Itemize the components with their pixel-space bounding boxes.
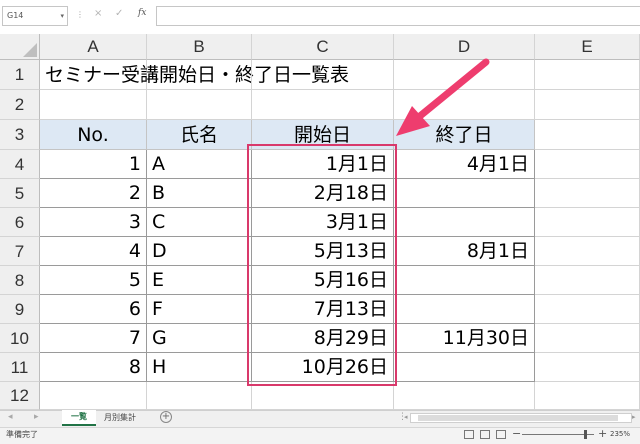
cell-name[interactable]: B [147,179,252,208]
cell[interactable] [535,295,640,324]
page-layout-icon[interactable] [480,430,490,439]
cell-name[interactable]: C [147,208,252,237]
chevron-left-icon[interactable]: ◂ [8,412,13,422]
cell[interactable] [535,208,640,237]
cell-no[interactable]: 6 [40,295,147,324]
row-header-12[interactable]: 12 [0,382,40,410]
cell[interactable] [535,237,640,266]
column-header-a[interactable]: A [40,34,147,60]
arrow-shaft [416,58,490,120]
cell-no[interactable]: 7 [40,324,147,353]
formula-input[interactable] [156,6,640,26]
cell[interactable] [147,60,252,90]
cell[interactable] [535,120,640,150]
cell-end-date[interactable] [394,353,535,382]
tab-monthly-summary[interactable]: 月別集計 [100,411,140,427]
select-all-button[interactable] [0,34,40,60]
cell-end-date[interactable] [394,208,535,237]
status-bar [0,427,640,444]
cell[interactable] [147,90,252,120]
cell[interactable] [40,382,147,410]
row-header-11[interactable]: 11 [0,353,40,382]
cell-no[interactable]: 3 [40,208,147,237]
cell[interactable] [252,90,394,120]
name-box-value: G14 [7,11,24,20]
row-header-7[interactable]: 7 [0,237,40,266]
cell-no[interactable]: 8 [40,353,147,382]
cell[interactable] [535,150,640,179]
scroll-left-icon[interactable]: ◂ [404,413,408,421]
row-header-10[interactable]: 10 [0,324,40,353]
cell[interactable] [147,382,252,410]
cell-end-date[interactable] [394,179,535,208]
cell-end-date[interactable]: 8月1日 [394,237,535,266]
row-header-3[interactable]: 3 [0,120,40,150]
cell-no[interactable]: 2 [40,179,147,208]
header-name[interactable]: 氏名 [147,120,252,150]
insert-function-icon[interactable]: fx [138,8,146,18]
row-header-2[interactable]: 2 [0,90,40,120]
row-header-6[interactable]: 6 [0,208,40,237]
cancel-icon[interactable]: × [94,8,102,19]
cell[interactable] [535,382,640,410]
spreadsheet-grid: A B C D E 1 2 3 4 5 6 7 8 9 10 11 12 セミナ… [0,34,640,410]
cell-title[interactable]: セミナー受講開始日・終了日一覧表 [40,60,349,90]
header-no[interactable]: No. [40,120,147,150]
zoom-in-icon[interactable]: + [598,427,607,440]
cell[interactable] [535,324,640,353]
row-header-4[interactable]: 4 [0,150,40,179]
annotation-arrow-icon [396,58,490,136]
cell-name[interactable]: H [147,353,252,382]
add-sheet-icon[interactable]: + [160,411,172,423]
cell[interactable] [40,90,147,120]
cell-name[interactable]: G [147,324,252,353]
row-header-5[interactable]: 5 [0,179,40,208]
cell-name[interactable]: A [147,150,252,179]
highlight-box [247,144,397,386]
status-text: 準備完了 [6,430,38,439]
tab-ichiran[interactable]: 一覧 [62,410,96,426]
zoom-out-icon[interactable]: − [512,427,521,440]
cell[interactable] [535,90,640,120]
cell[interactable] [535,60,640,90]
cell-end-date[interactable] [394,266,535,295]
cell[interactable] [535,266,640,295]
row-header-9[interactable]: 9 [0,295,40,324]
cell-no[interactable]: 1 [40,150,147,179]
chevron-right-icon[interactable]: ▸ [34,412,39,422]
cell-no[interactable]: 4 [40,237,147,266]
cell-no[interactable]: 5 [40,266,147,295]
cell[interactable] [252,60,394,90]
page-break-preview-icon[interactable] [496,430,506,439]
column-header-b[interactable]: B [147,34,252,60]
scroll-right-icon[interactable]: ▸ [632,413,636,421]
cell[interactable] [252,382,394,410]
normal-view-icon[interactable] [464,430,474,439]
cell-end-date[interactable]: 11月30日 [394,324,535,353]
cell[interactable] [535,353,640,382]
cell[interactable] [535,179,640,208]
cell[interactable] [394,382,535,410]
column-header-e[interactable]: E [535,34,640,60]
drag-handle-icon[interactable]: ⋮ [76,10,84,19]
row-header-8[interactable]: 8 [0,266,40,295]
chevron-down-icon[interactable]: ▾ [60,7,64,25]
row-header-1[interactable]: 1 [0,60,40,90]
enter-icon[interactable]: ✓ [115,8,123,19]
zoom-level[interactable]: 235% [610,430,630,438]
cell-end-date[interactable]: 4月1日 [394,150,535,179]
cell-end-date[interactable] [394,295,535,324]
scrollbar-thumb[interactable] [418,415,618,421]
cell-name[interactable]: D [147,237,252,266]
zoom-slider-thumb[interactable] [584,430,587,439]
name-box[interactable]: G14 ▾ [2,6,68,26]
cell-name[interactable]: F [147,295,252,324]
cell-name[interactable]: E [147,266,252,295]
column-header-c[interactable]: C [252,34,394,60]
